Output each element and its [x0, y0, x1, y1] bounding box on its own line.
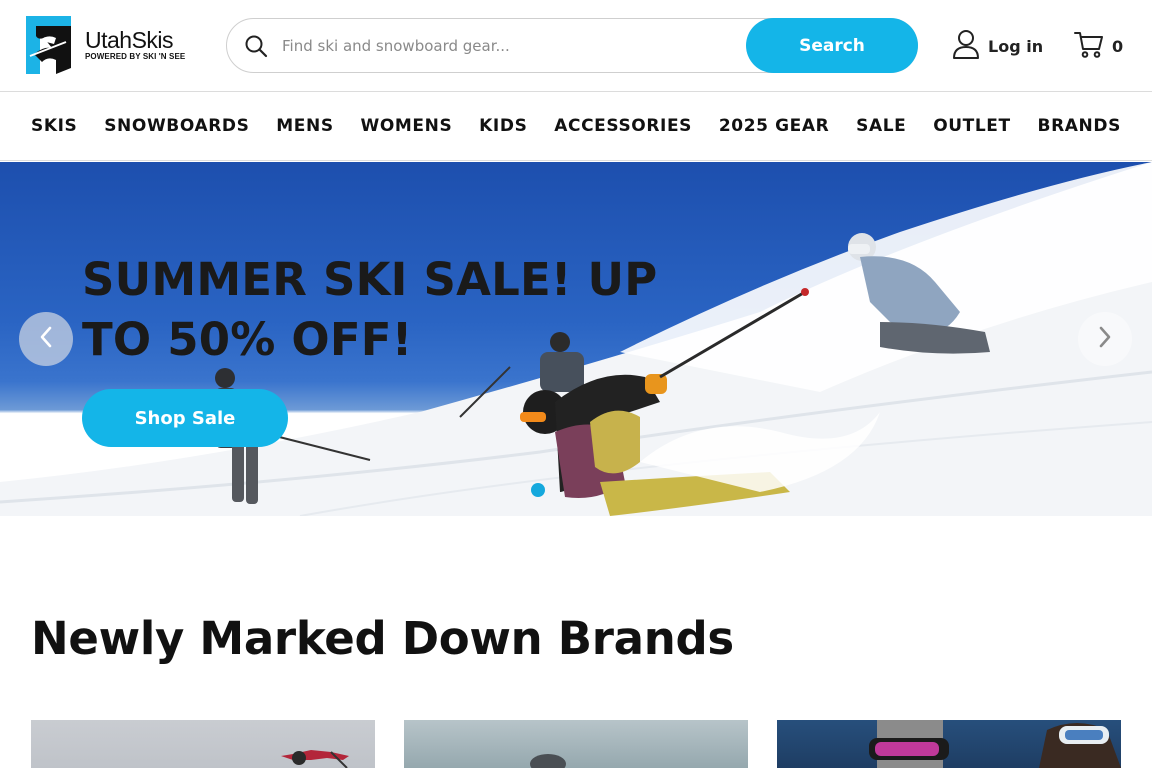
cart-count: 0 — [1112, 36, 1124, 56]
login-label: Log in — [988, 36, 1044, 56]
search-bar: Search — [226, 18, 918, 73]
login-link[interactable]: Log in — [952, 30, 1043, 62]
brand-cards — [31, 720, 1121, 768]
main-nav: SKIS SNOWBOARDS MENS WOMENS KIDS ACCESSO… — [0, 92, 1152, 161]
user-icon — [952, 29, 980, 63]
site-header: UtahSkis POWERED BY SKI 'N SEE Search Lo… — [0, 0, 1152, 92]
search-button[interactable]: Search — [746, 18, 918, 73]
search-input[interactable] — [282, 27, 742, 65]
brand-card[interactable] — [31, 720, 375, 768]
logo-mark-icon — [26, 16, 71, 74]
nav-item-skis[interactable]: SKIS — [31, 116, 77, 136]
chevron-right-icon — [1096, 325, 1114, 353]
cart-link[interactable]: 0 — [1074, 30, 1123, 62]
nav-item-2025-gear[interactable]: 2025 GEAR — [719, 116, 829, 136]
nav-item-brands[interactable]: BRANDS — [1038, 116, 1121, 136]
brand-card-image — [869, 720, 1121, 768]
nav-item-mens[interactable]: MENS — [276, 116, 333, 136]
logo-wordmark: UtahSkis POWERED BY SKI 'N SEE — [85, 28, 185, 62]
chevron-left-icon — [37, 325, 55, 353]
brand-card[interactable] — [404, 720, 748, 768]
carousel-dot-active[interactable] — [531, 483, 545, 497]
nav-item-accessories[interactable]: ACCESSORIES — [554, 116, 692, 136]
nav-item-outlet[interactable]: OUTLET — [933, 116, 1011, 136]
logo-name: UtahSkis — [85, 27, 174, 53]
nav-item-snowboards[interactable]: SNOWBOARDS — [104, 116, 249, 136]
nav-item-sale[interactable]: SALE — [856, 116, 906, 136]
section-title: Newly Marked Down Brands — [31, 612, 734, 665]
search-icon[interactable] — [244, 34, 268, 58]
hero-title: SUMMER SKI SALE! UP TO 50% OFF! — [82, 253, 658, 366]
hero-banner: SUMMER SKI SALE! UP TO 50% OFF! Shop Sal… — [0, 162, 1152, 516]
site-logo[interactable]: UtahSkis POWERED BY SKI 'N SEE — [26, 16, 206, 76]
shop-sale-button[interactable]: Shop Sale — [82, 389, 288, 447]
logo-tagline: POWERED BY SKI 'N SEE — [85, 52, 186, 61]
nav-item-kids[interactable]: KIDS — [479, 116, 527, 136]
brand-card[interactable] — [777, 720, 1121, 768]
brand-card-image — [530, 754, 566, 768]
carousel-prev-button[interactable] — [19, 312, 73, 366]
nav-item-womens[interactable]: WOMENS — [361, 116, 453, 136]
carousel-next-button[interactable] — [1078, 312, 1132, 366]
brand-card-image — [281, 750, 349, 768]
cart-icon — [1074, 29, 1104, 63]
